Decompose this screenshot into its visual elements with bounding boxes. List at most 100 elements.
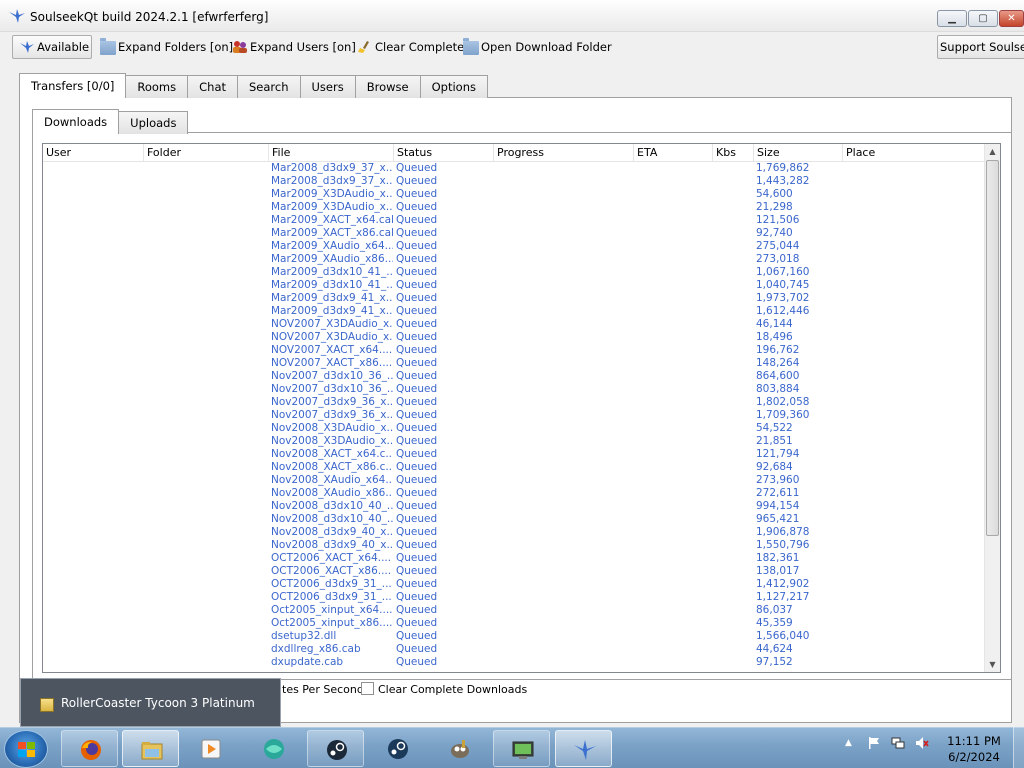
column-status[interactable]: Status <box>394 144 494 162</box>
soulseek-icon <box>574 740 596 760</box>
table-row[interactable]: Mar2009_d3dx10_41_... Queued 1,067,160 <box>43 266 986 279</box>
taskbar-steam-2[interactable] <box>369 730 426 767</box>
action-center-flag-icon[interactable] <box>867 736 881 750</box>
table-row[interactable]: Nov2008_d3dx10_40_... Queued 994,154 <box>43 500 986 513</box>
scroll-down-arrow-icon[interactable]: ▼ <box>985 657 1000 672</box>
table-row[interactable]: Nov2008_XACT_x64.c... Queued 121,794 <box>43 448 986 461</box>
table-row[interactable]: Nov2007_d3dx9_36_x... Queued 1,802,058 <box>43 396 986 409</box>
vertical-scrollbar[interactable]: ▲ ▼ <box>984 144 1000 672</box>
table-row[interactable]: OCT2006_XACT_x86.... Queued 138,017 <box>43 565 986 578</box>
tab-search[interactable]: Search <box>237 75 301 98</box>
table-row[interactable]: Nov2008_XAudio_x86.... Queued 272,611 <box>43 487 986 500</box>
table-row[interactable]: Mar2009_XAudio_x86.... Queued 273,018 <box>43 253 986 266</box>
table-row[interactable]: NOV2007_XACT_x64.... Queued 196,762 <box>43 344 986 357</box>
taskbar-soulseek[interactable] <box>555 730 612 767</box>
tab-chat[interactable]: Chat <box>187 75 238 98</box>
column-user[interactable]: User <box>43 144 144 162</box>
taskbar-file-explorer[interactable] <box>122 730 179 767</box>
maximize-button[interactable]: ▢ <box>968 10 998 27</box>
tab-downloads[interactable]: Downloads <box>32 109 120 134</box>
tab-options[interactable]: Options <box>419 75 488 98</box>
size-cell: 1,769,862 <box>756 162 810 174</box>
column-file[interactable]: File <box>269 144 394 162</box>
column-kbs[interactable]: Kbs <box>713 144 754 162</box>
column-place[interactable]: Place <box>843 144 986 162</box>
scrollbar-thumb[interactable] <box>986 160 999 536</box>
taskbar-clock[interactable]: 11:11 PM 6/2/2024 <box>935 733 1013 765</box>
table-row[interactable]: Mar2009_d3dx9_41_x... Queued 1,612,446 <box>43 305 986 318</box>
table-row[interactable]: Mar2009_d3dx10_41_... Queued 1,040,745 <box>43 279 986 292</box>
status-cell: Queued <box>396 656 438 668</box>
table-row[interactable]: Nov2008_d3dx9_40_x... Queued 1,550,796 <box>43 539 986 552</box>
clear-complete-button[interactable]: Clear Complete <box>357 35 464 59</box>
table-row[interactable]: Nov2008_d3dx10_40_... Queued 965,421 <box>43 513 986 526</box>
column-size[interactable]: Size <box>754 144 843 162</box>
tab-transfers[interactable]: Transfers [0/0] <box>19 73 127 98</box>
network-icon[interactable] <box>891 736 905 750</box>
support-soulseek-button[interactable]: Support Soulseek <box>937 35 1024 59</box>
table-row[interactable]: Mar2009_d3dx9_41_x... Queued 1,973,702 <box>43 292 986 305</box>
table-row[interactable]: Oct2005_xinput_x86.... Queued 45,359 <box>43 617 986 630</box>
size-cell: 148,264 <box>756 357 800 369</box>
open-download-folder-button[interactable]: Open Download Folder <box>463 35 612 59</box>
expand-users-button[interactable]: Expand Users [on] <box>232 35 356 59</box>
taskbar-gimp[interactable] <box>431 730 488 767</box>
table-row[interactable]: dxupdate.cab Queued 97,152 <box>43 656 986 669</box>
table-row[interactable]: Mar2009_XACT_x64.cab Queued 121,506 <box>43 214 986 227</box>
taskbar-preview-popup[interactable]: RollerCoaster Tycoon 3 Platinum <box>20 678 281 727</box>
tab-users[interactable]: Users <box>299 75 356 98</box>
table-row[interactable]: dsetup32.dll Queued 1,566,040 <box>43 630 986 643</box>
tab-uploads[interactable]: Uploads <box>118 111 189 134</box>
table-row[interactable]: Nov2008_X3DAudio_x... Queued 54,522 <box>43 422 986 435</box>
taskbar-firefox[interactable] <box>61 730 118 767</box>
table-row[interactable]: Nov2008_XACT_x86.c... Queued 92,684 <box>43 461 986 474</box>
table-row[interactable]: OCT2006_d3dx9_31_... Queued 1,412,902 <box>43 578 986 591</box>
taskbar-network-monitor[interactable] <box>493 730 550 767</box>
column-eta[interactable]: ETA <box>634 144 713 162</box>
show-desktop-button[interactable] <box>1013 727 1024 768</box>
close-button[interactable]: ✕ <box>999 10 1024 27</box>
table-row[interactable]: Nov2008_d3dx9_40_x... Queued 1,906,878 <box>43 526 986 539</box>
clear-complete-downloads-label[interactable]: Clear Complete Downloads <box>378 683 527 697</box>
volume-muted-icon[interactable] <box>915 736 929 750</box>
taskbar-globe-app[interactable] <box>245 730 302 767</box>
table-row[interactable]: OCT2006_XACT_x64.... Queued 182,361 <box>43 552 986 565</box>
table-row[interactable]: Mar2008_d3dx9_37_x... Queued 1,443,282 <box>43 175 986 188</box>
start-button[interactable] <box>4 730 48 768</box>
tab-browse[interactable]: Browse <box>354 75 421 98</box>
table-row[interactable]: Nov2008_X3DAudio_x... Queued 21,851 <box>43 435 986 448</box>
table-row[interactable]: Mar2008_d3dx9_37_x... Queued 1,769,862 <box>43 162 986 175</box>
table-row[interactable]: Oct2005_xinput_x64.... Queued 86,037 <box>43 604 986 617</box>
table-row[interactable]: Mar2009_XAudio_x64.... Queued 275,044 <box>43 240 986 253</box>
table-row[interactable]: OCT2006_d3dx9_31_... Queued 1,127,217 <box>43 591 986 604</box>
status-cell: Queued <box>396 253 438 265</box>
minimize-button[interactable]: ▁ <box>937 10 967 27</box>
table-row[interactable]: Nov2008_XAudio_x64.... Queued 273,960 <box>43 474 986 487</box>
table-row[interactable]: NOV2007_XACT_x86.... Queued 148,264 <box>43 357 986 370</box>
size-cell: 273,960 <box>756 474 800 486</box>
available-button[interactable]: Available <box>12 35 92 59</box>
table-row[interactable]: NOV2007_X3DAudio_x... Queued 18,496 <box>43 331 986 344</box>
taskbar-steam[interactable] <box>307 730 364 767</box>
status-cell: Queued <box>396 331 438 343</box>
table-row[interactable]: Mar2009_X3DAudio_x... Queued 21,298 <box>43 201 986 214</box>
table-row[interactable]: dxdllreg_x86.cab Queued 44,624 <box>43 643 986 656</box>
table-row[interactable]: Mar2009_X3DAudio_x... Queued 54,600 <box>43 188 986 201</box>
tab-rooms[interactable]: Rooms <box>125 75 189 98</box>
downloads-table[interactable]: User Folder File Status Progress ETA Kbs… <box>42 143 1001 673</box>
table-row[interactable]: Nov2007_d3dx10_36_... Queued 803,884 <box>43 383 986 396</box>
column-folder[interactable]: Folder <box>144 144 269 162</box>
table-row[interactable]: Nov2007_d3dx9_36_x... Queued 1,709,360 <box>43 409 986 422</box>
file-cell: OCT2006_XACT_x64.... <box>271 552 392 564</box>
table-row[interactable]: Nov2007_d3dx10_36_... Queued 864,600 <box>43 370 986 383</box>
file-cell: NOV2007_XACT_x64.... <box>271 344 393 356</box>
scroll-up-arrow-icon[interactable]: ▲ <box>985 144 1000 159</box>
table-row[interactable]: Mar2009_XACT_x86.cab Queued 92,740 <box>43 227 986 240</box>
table-row[interactable]: NOV2007_X3DAudio_x... Queued 46,144 <box>43 318 986 331</box>
file-cell: Nov2008_XACT_x64.c... <box>271 448 393 460</box>
clear-complete-downloads-checkbox[interactable] <box>361 682 374 695</box>
column-progress[interactable]: Progress <box>494 144 634 162</box>
show-hidden-icons-icon[interactable]: ▲ <box>845 738 859 752</box>
expand-folders-button[interactable]: Expand Folders [on] <box>100 35 233 59</box>
taskbar-media-player[interactable] <box>183 730 240 767</box>
